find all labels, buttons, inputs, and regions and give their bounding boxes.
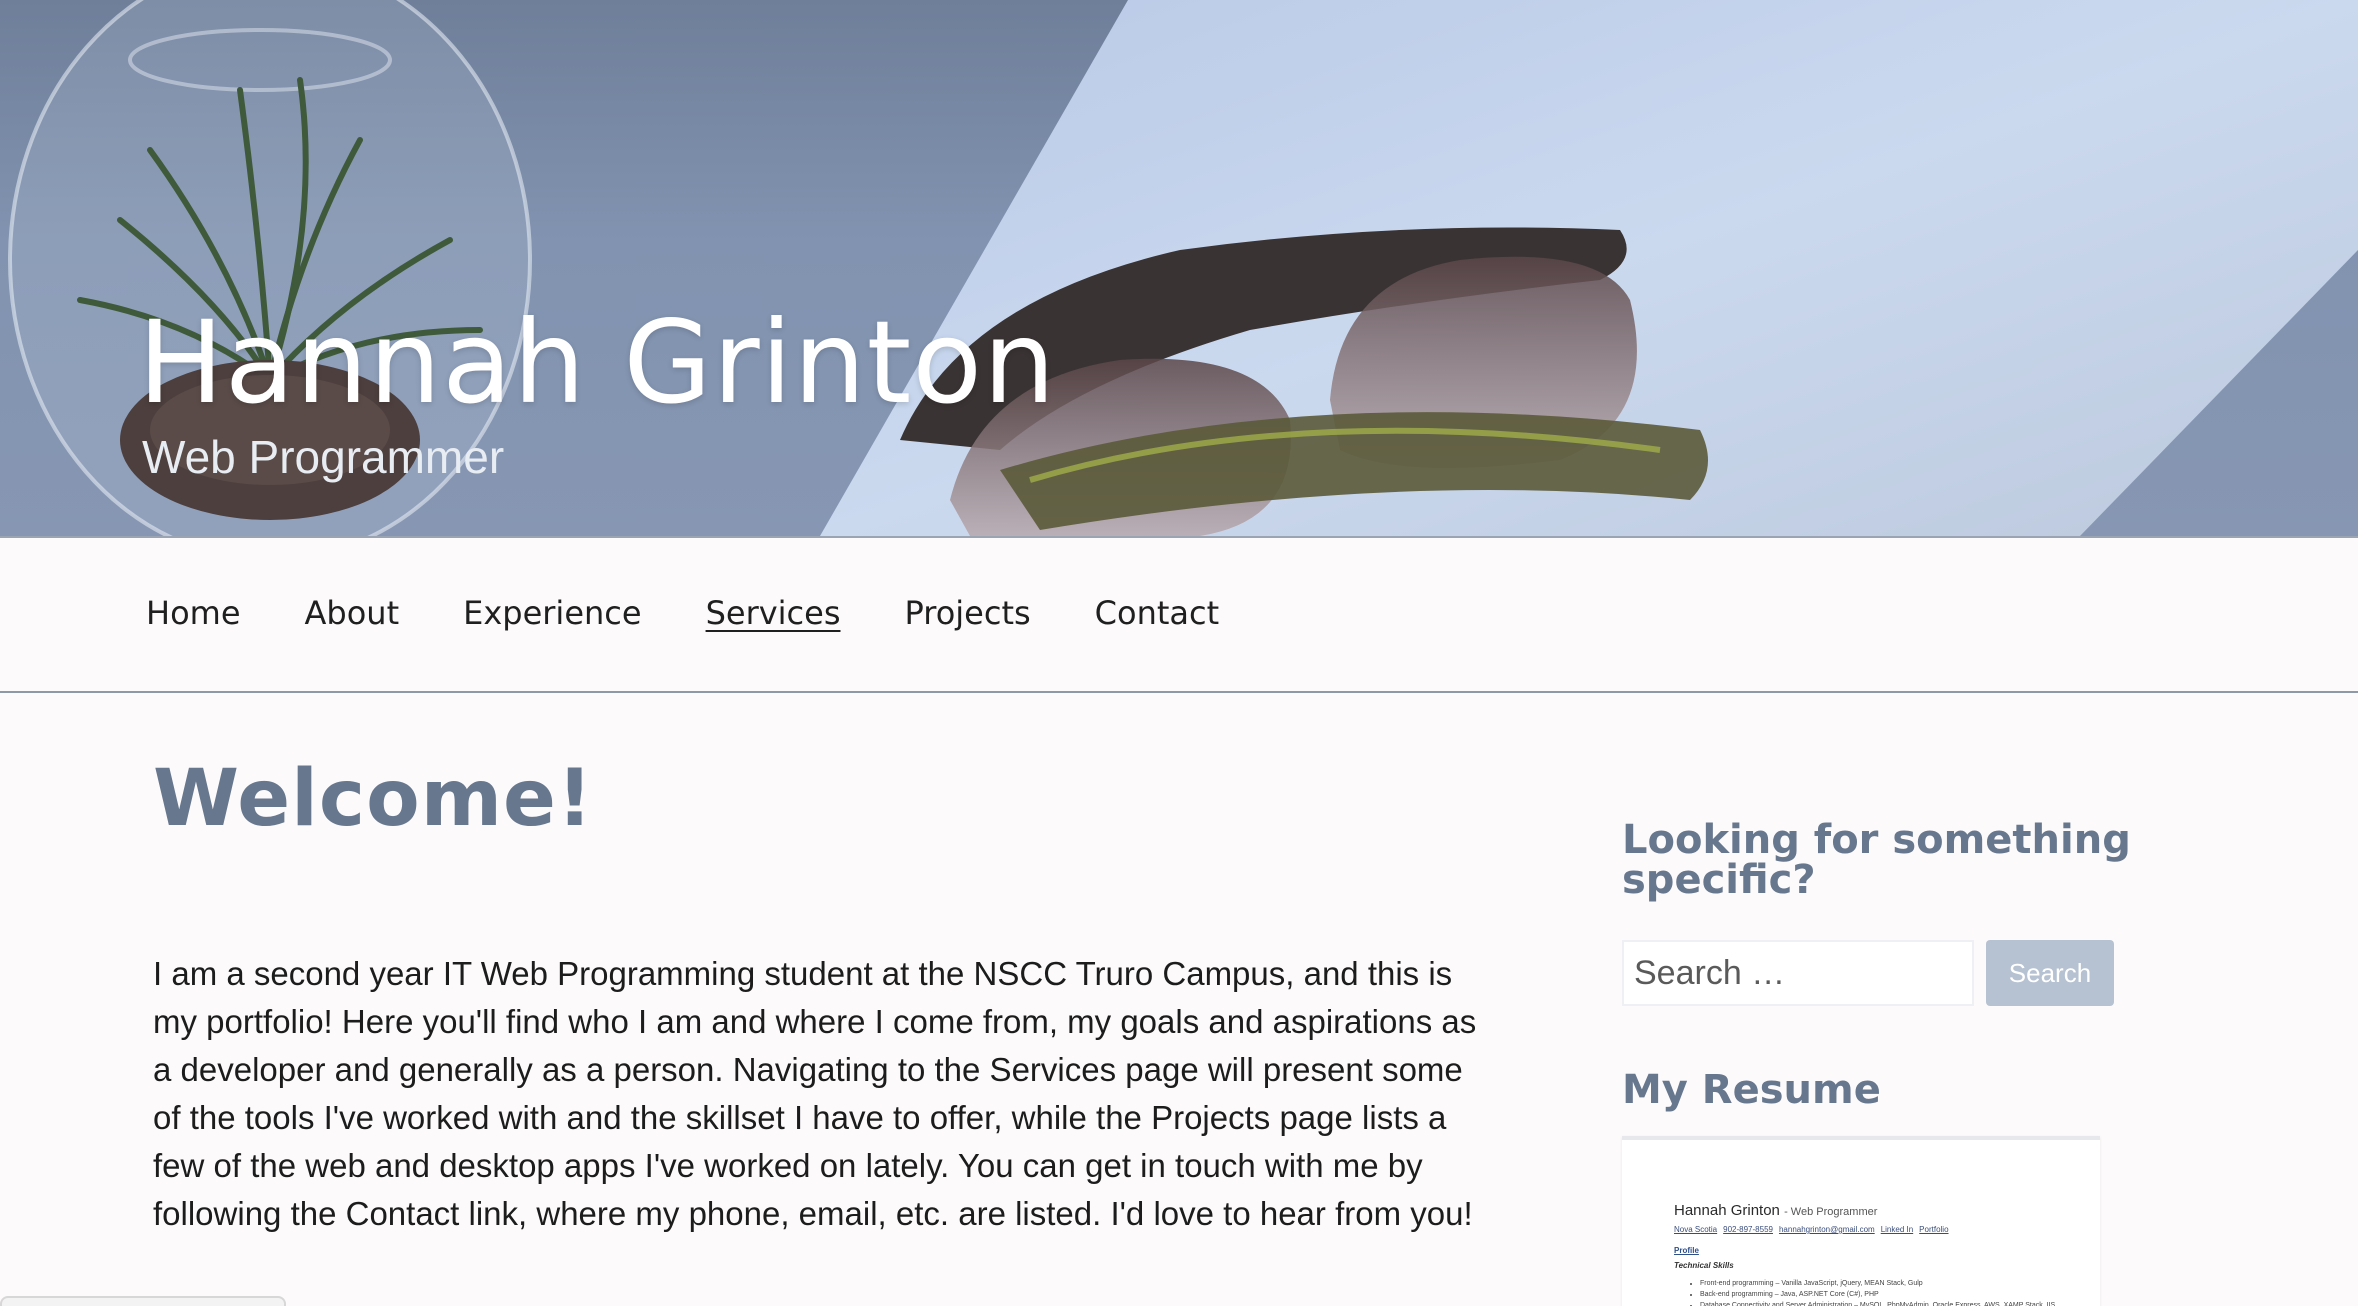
nav-item-experience[interactable]: Experience (463, 594, 641, 632)
resume-contact-item: hannahgrinton@gmail.com (1778, 1225, 1875, 1234)
main-navigation: Home About Experience Services Projects Conta… (0, 536, 2358, 693)
search-button[interactable]: Search (1986, 940, 2114, 1006)
site-tagline: Web Programmer (142, 431, 505, 483)
resume-role: - Web Programmer (1784, 1206, 1878, 1218)
search-input[interactable] (1622, 940, 1974, 1006)
nav-item-contact[interactable]: Contact (1095, 594, 1220, 632)
resume-skill-item: Database Connectivity and Server Adminis… (1700, 1300, 2100, 1306)
resume-contact-line: Nova Scotia 902-897-8559 hannahgrinton@gma… (1674, 1225, 2100, 1234)
resume-contact-item: Portfolio (1919, 1225, 1949, 1234)
page-title: Welcome! (153, 754, 594, 844)
sidebar: Looking for something specific? Search M… (1622, 820, 2322, 1306)
resume-name-text: Hannah Grinton (1674, 1202, 1780, 1219)
hero-banner: Hannah Grinton Web Programmer (0, 0, 2358, 536)
resume-skills-list: Front-end programming – Vanilla JavaScri… (1700, 1278, 2100, 1306)
resume-contact-item: Linked In (1880, 1225, 1914, 1234)
resume-subsection: Technical Skills (1674, 1261, 1734, 1270)
intro-paragraph: I am a second year IT Web Programming st… (153, 955, 1477, 1232)
resume-preview[interactable]: Hannah Grinton - Web Programmer Nova Sco… (1622, 1136, 2100, 1306)
nav-item-services[interactable]: Services (706, 594, 841, 632)
bottom-overlay-tab (0, 1296, 286, 1306)
resume-name: Hannah Grinton - Web Programmer (1674, 1202, 2100, 1219)
main-content: Welcome! I am a second year IT Web Progr… (153, 760, 1483, 1238)
resume-widget-title: My Resume (1622, 1067, 1881, 1113)
resume-skill-item: Front-end programming – Vanilla JavaScri… (1700, 1278, 2100, 1289)
nav-item-projects[interactable]: Projects (905, 594, 1031, 632)
resume-section-profile: Profile (1674, 1246, 1699, 1255)
search-form: Search (1622, 940, 2322, 1006)
resume-skill-item: Back-end programming – Java, ASP.NET Cor… (1700, 1289, 2100, 1300)
resume-contact-item: 902-897-8559 (1723, 1225, 1773, 1234)
nav-menu: Home About Experience Services Projects Conta… (146, 594, 1283, 632)
resume-contact-item: Nova Scotia (1674, 1225, 1718, 1234)
nav-item-home[interactable]: Home (146, 594, 241, 632)
search-widget-title: Looking for something specific? (1622, 817, 2131, 903)
site-title[interactable]: Hannah Grinton (138, 306, 1056, 420)
nav-item-about[interactable]: About (305, 594, 400, 632)
